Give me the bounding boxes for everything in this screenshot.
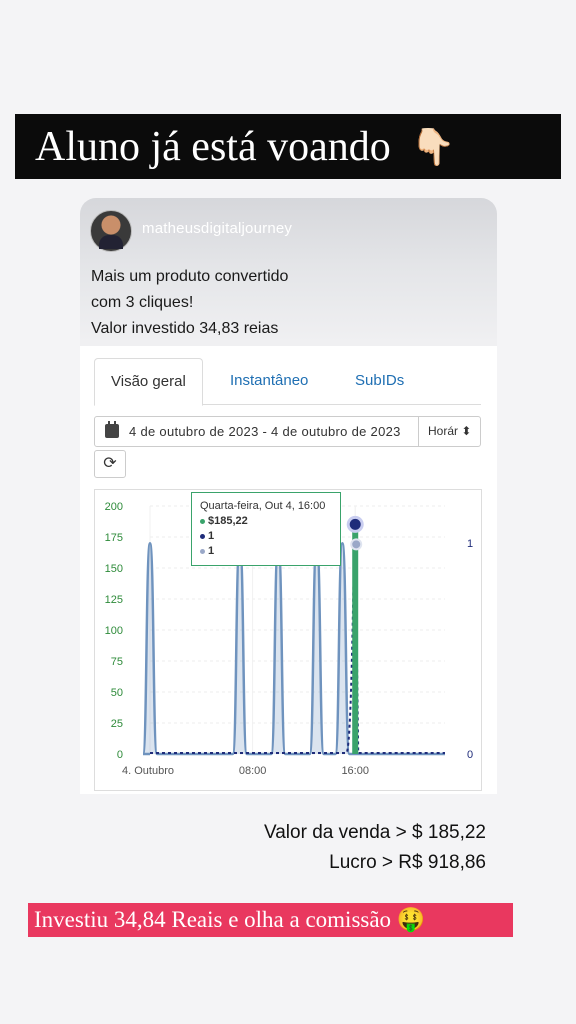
y-tick-label: 25 — [111, 718, 123, 730]
profit-value: Lucro > R$ 918,86 — [329, 852, 486, 873]
tab-instantaneo[interactable]: Instantâneo — [230, 358, 308, 404]
headline: Aluno já está voando 👇🏻 — [15, 114, 561, 179]
post-caption: Mais um produto convertido com 3 cliques… — [91, 264, 288, 342]
x-tick-label: 4. Outubro — [122, 765, 174, 777]
tooltip-row: 1 — [200, 544, 332, 559]
y-tick-label: 0 — [117, 749, 123, 761]
money-face-icon: 🤑 — [396, 907, 426, 932]
series-area — [143, 543, 445, 754]
tab-visao-geral[interactable]: Visão geral — [94, 358, 203, 406]
granularity-select[interactable]: Horár ⬍ — [418, 417, 480, 446]
tab-bar: Visão geral Instantâneo SubIDs — [94, 358, 481, 406]
calendar-icon — [105, 421, 119, 438]
refresh-icon: ⟳ — [103, 455, 117, 472]
headline-text: Aluno já está voando — [35, 123, 391, 170]
y-tick-label: 125 — [105, 594, 123, 606]
sort-icon: ⬍ — [461, 424, 472, 438]
legend-dot — [200, 533, 205, 539]
y-tick-label: 150 — [105, 563, 123, 575]
avatar[interactable] — [90, 210, 132, 252]
username[interactable]: matheusdigitaljourney — [142, 220, 292, 237]
dashboard-panel: Visão geral Instantâneo SubIDs 4 de outu… — [80, 346, 497, 794]
y-right-tick-label: 0 — [467, 749, 473, 761]
chart-tooltip: Quarta-feira, Out 4, 16:00 $185,22 1 1 — [191, 492, 341, 566]
sale-bar — [352, 524, 359, 754]
series-line — [141, 541, 445, 756]
refresh-button[interactable]: ⟳ — [94, 450, 126, 478]
tooltip-row: 1 — [200, 529, 332, 544]
granularity-label: Horár — [428, 424, 459, 438]
tooltip-value: $185,22 — [208, 515, 248, 527]
tab-subids[interactable]: SubIDs — [355, 358, 404, 404]
caption-line: Valor investido 34,83 reias — [91, 320, 279, 337]
y-tick-label: 50 — [111, 687, 123, 699]
tooltip-row: $185,22 — [200, 514, 332, 529]
caption-line: Mais um produto convertido — [91, 268, 289, 285]
y-tick-label: 75 — [111, 656, 123, 668]
date-range-text: 4 de outubro de 2023 - 4 de outubro de 2… — [129, 424, 401, 439]
y-tick-label: 200 — [105, 501, 123, 513]
sale-point — [346, 515, 364, 533]
click-point — [350, 538, 363, 551]
y-right-tick-label: 1 — [467, 538, 473, 550]
commission-banner: Investiu 34,84 Reais e olha a comissão 🤑 — [28, 903, 513, 937]
caption-line: com 3 cliques! — [91, 294, 194, 311]
y-tick-label: 100 — [105, 625, 123, 637]
banner-text: Investiu 34,84 Reais e olha a comissão — [34, 907, 392, 932]
tooltip-title: Quarta-feira, Out 4, 16:00 — [200, 500, 326, 512]
tooltip-value: 1 — [208, 530, 215, 542]
x-tick-label: 16:00 — [341, 765, 369, 777]
chart: 0 25 50 75 100 125 150 175 200 0 1 4. Outubro 08:00 1… — [94, 489, 482, 791]
date-range-picker[interactable]: 4 de outubro de 2023 - 4 de outubro de 2… — [94, 416, 481, 447]
y-tick-label: 175 — [105, 532, 123, 544]
legend-dot — [200, 548, 205, 554]
tooltip-value: 1 — [208, 545, 215, 557]
x-tick-label: 08:00 — [239, 765, 267, 777]
post-card: matheusdigitaljourney Mais um produto co… — [80, 198, 497, 350]
sale-value: Valor da venda > $ 185,22 — [263, 822, 486, 843]
legend-dot — [200, 518, 205, 524]
sales-summary: Valor da venda > $ 185,22 Lucro > R$ 918… — [264, 818, 486, 878]
pointing-down-icon: 👇🏻 — [410, 126, 456, 167]
